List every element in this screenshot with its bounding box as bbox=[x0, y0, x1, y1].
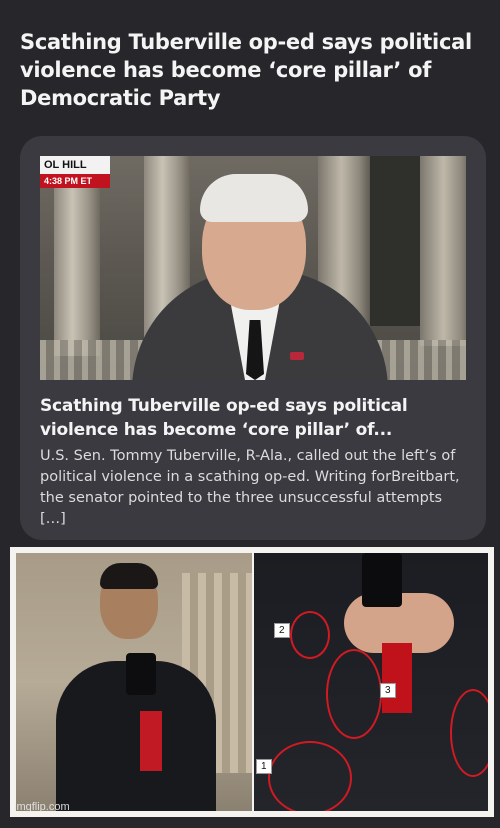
phone bbox=[126, 653, 156, 695]
card-snippet: U.S. Sen. Tommy Tuberville, R-Ala., call… bbox=[40, 448, 460, 527]
highlight-circle bbox=[290, 611, 330, 659]
watermark: imgflip.com bbox=[14, 801, 70, 813]
article-headline[interactable]: Scathing Tuberville op-ed says political… bbox=[20, 28, 480, 112]
red-tie bbox=[140, 711, 162, 771]
marker-label: 3 bbox=[380, 683, 396, 698]
background-column bbox=[420, 156, 466, 346]
chyron-time: 4:38 PM ET bbox=[40, 174, 110, 188]
marker-label: 1 bbox=[256, 759, 272, 774]
marker-label: 2 bbox=[274, 623, 290, 638]
highlight-circle bbox=[268, 741, 352, 811]
senator-hair bbox=[200, 174, 308, 222]
man-hair bbox=[100, 563, 158, 589]
news-chyron: OL HILL 4:38 PM ET bbox=[40, 156, 110, 188]
article-card[interactable]: OL HILL 4:38 PM ET Scathing Tuberville o… bbox=[20, 136, 486, 540]
card-title[interactable]: Scathing Tuberville op-ed says political… bbox=[40, 394, 470, 442]
article-thumbnail: OL HILL 4:38 PM ET bbox=[40, 156, 466, 380]
highlight-circle bbox=[450, 689, 488, 777]
chyron-location: OL HILL bbox=[40, 156, 110, 174]
highlight-circle bbox=[326, 649, 382, 739]
flag-pin bbox=[290, 352, 304, 360]
photo-panel-right: 2 3 1 bbox=[254, 553, 488, 811]
meme-photo: 2 3 1 imgflip.com bbox=[10, 547, 494, 817]
phone bbox=[362, 553, 402, 607]
red-tie bbox=[382, 643, 412, 713]
photo-panel-left bbox=[16, 553, 252, 811]
